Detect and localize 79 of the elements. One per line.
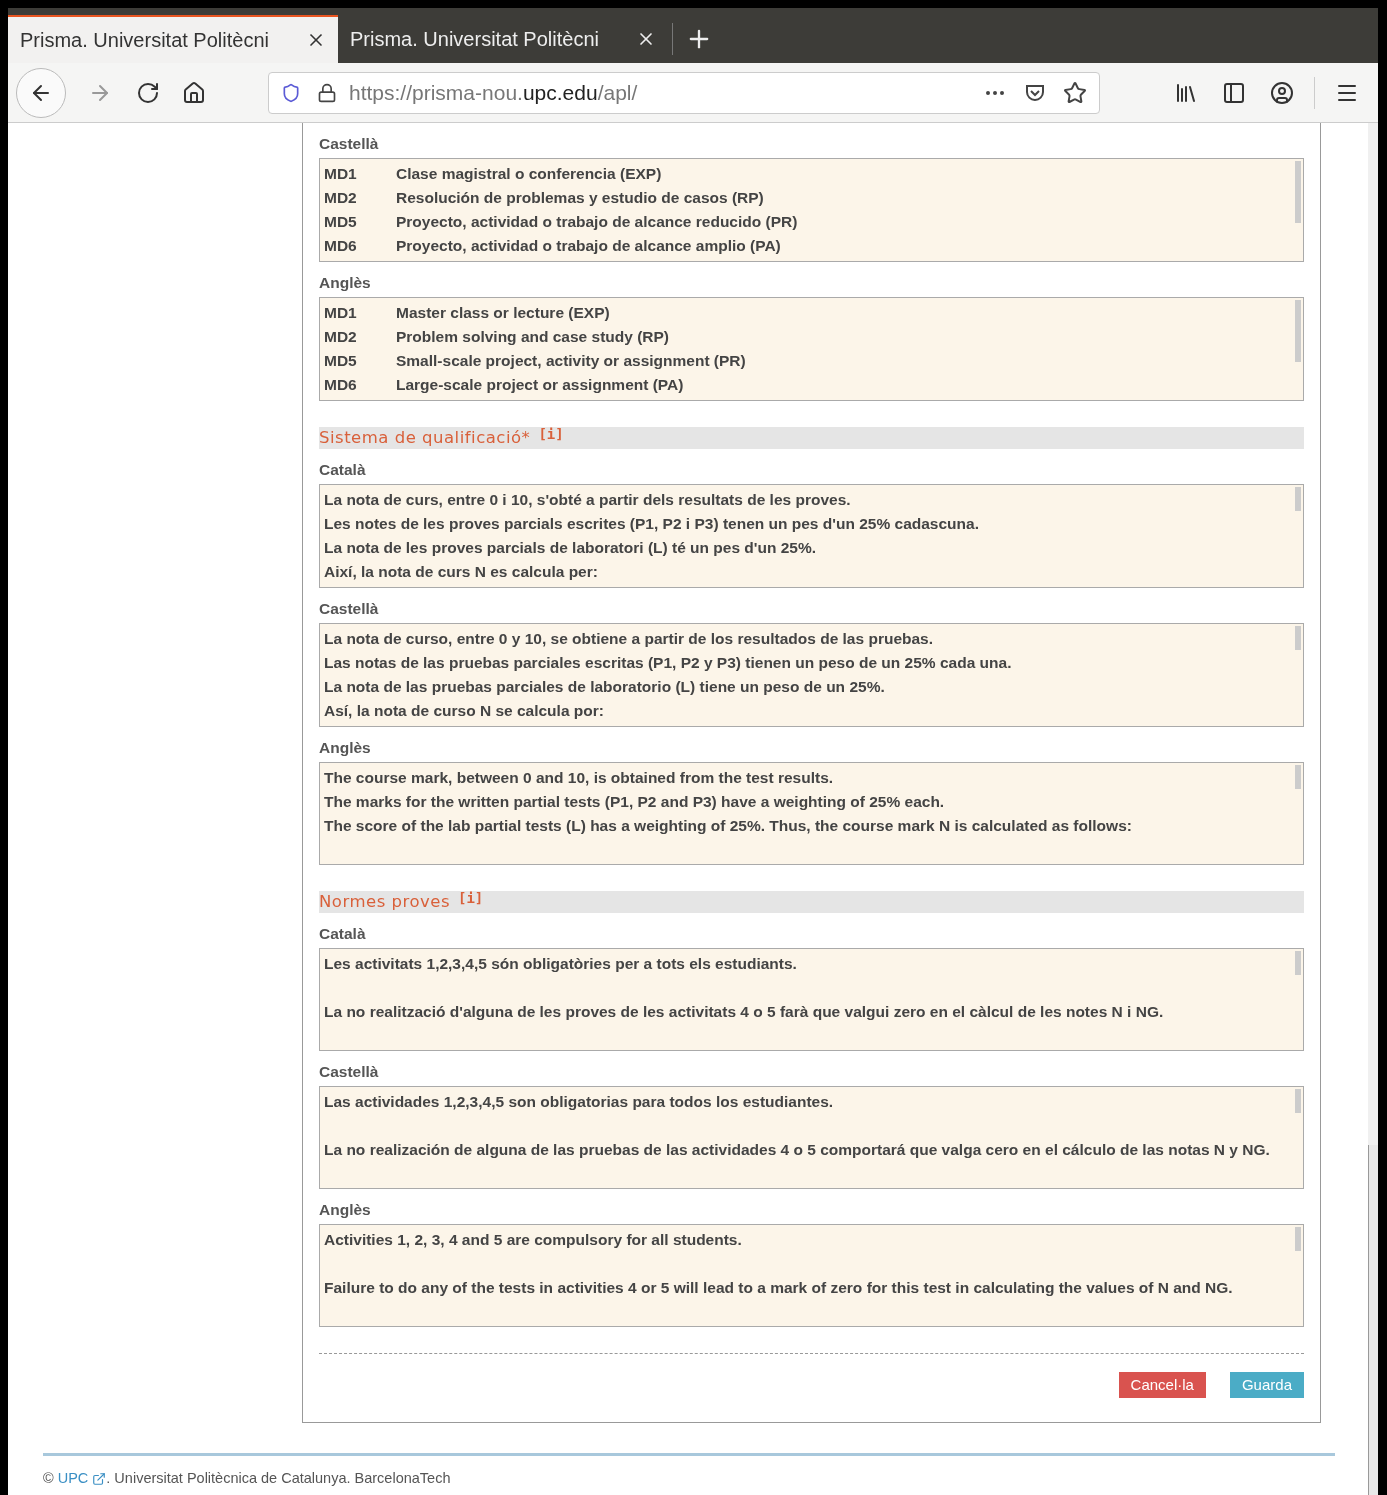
external-link-icon[interactable] xyxy=(92,1471,107,1486)
scrollbar-thumb[interactable] xyxy=(1295,951,1301,975)
method-code: MD1 xyxy=(324,303,358,323)
lock-icon[interactable] xyxy=(317,82,337,103)
text-area[interactable] xyxy=(319,762,1304,865)
home-icon[interactable] xyxy=(182,80,206,105)
method-name: Proyecto, actividad o trabajo de alcance amplio (PA) xyxy=(396,236,781,256)
method-name: Proyecto, actividad o trabajo de alcance reducido (PR) xyxy=(396,212,798,232)
text-line: Així, la nota de curs N es calcula per: xyxy=(324,562,599,582)
method-name: Master class or lecture (EXP) xyxy=(396,303,610,323)
method-code: MD5 xyxy=(324,351,358,371)
text-area[interactable] xyxy=(319,484,1304,588)
field-label: Català xyxy=(319,924,367,944)
field-label: Anglès xyxy=(319,1200,372,1220)
account-icon[interactable] xyxy=(1270,80,1294,105)
method-code: MD6 xyxy=(324,375,358,395)
field-label: Castellà xyxy=(319,1062,380,1082)
text-line: La nota de curs, entre 0 i 10, s'obté a partir dels resultats de les proves. xyxy=(324,490,852,510)
text-line: Failure to do any of the tests in activities 4 or 5 will lead to a mark of zero for this test in calculating the values of N and NG. xyxy=(324,1278,1234,1298)
method-name: Problem solving and case study (RP) xyxy=(396,327,670,347)
text-line: La no realización de alguna de las pruebas de las actividades 4 o 5 comportará que valga cero en el cálculo de las notas N y NG. xyxy=(324,1140,1271,1160)
field-label: Anglès xyxy=(319,273,372,293)
text-line: La nota de les proves parcials de laboratori (L) té un pes d'un 25%. xyxy=(324,538,818,558)
text-line: The marks for the written partial tests (P1, P2 and P3) have a weighting of 25% each. xyxy=(324,792,946,812)
scrollbar-thumb[interactable] xyxy=(1295,161,1301,223)
method-name: Large-scale project or assignment (PA) xyxy=(396,375,684,395)
scrollbar-thumb[interactable] xyxy=(1295,1089,1301,1113)
text-area[interactable] xyxy=(319,158,1304,262)
text-area[interactable]: Les activitats 1,2,3,4,5 són obligatòries per a tots els estudiants. La no realització d'alguna de les proves de les activitats 4 o 5 farà que valgui zero en el càlcul de les notes N i NG. xyxy=(319,948,1304,1051)
method-name: Resolución de problemas y estudio de casos (RP) xyxy=(396,188,764,208)
reload-icon[interactable] xyxy=(136,80,160,105)
scrollbar-thumb[interactable] xyxy=(1295,300,1301,362)
browser-tab[interactable]: Prisma. Universitat Politècni xyxy=(338,15,668,63)
text-line: Activities 1, 2, 3, 4 and 5 are compulsory for all students. xyxy=(324,1230,743,1250)
field-label: Castellà xyxy=(319,134,380,154)
text-line: La no realització d'alguna de les proves de les activitats 4 o 5 farà que valgui zero en el càlcul de les notes N i NG. xyxy=(324,1002,1165,1022)
browser-tab[interactable]: Prisma. Universitat Politècni xyxy=(8,15,338,63)
text-line: The score of the lab partial tests (L) has a weighting of 25%. Thus, the course mark N is calculated as follows: xyxy=(324,816,1133,836)
cancel-button[interactable]: Cancel·la xyxy=(1118,1372,1206,1398)
text-area[interactable] xyxy=(319,623,1304,727)
field-label: Català xyxy=(319,460,367,480)
copyright-text: © xyxy=(43,1469,54,1488)
method-code: MD1 xyxy=(324,164,358,184)
text-line: Les notes de les proves parcials escrites (P1, P2 i P3) tenen un pes d'un 25% cadascuna. xyxy=(324,514,980,534)
tab-title: Prisma. Universitat Politècni xyxy=(20,28,269,53)
upc-link[interactable]: UPC xyxy=(57,1468,89,1490)
text-area[interactable]: Activities 1, 2, 3, 4 and 5 are compulsory for all students. Failure to do any of the tests in activities 4 or 5 will lead to a mark of zero for this test in calculating the values of N and NG. xyxy=(319,1224,1304,1327)
footer-text: . Universitat Politècnica de Catalunya. BarcelonaTech xyxy=(106,1469,451,1488)
page-scrollbar[interactable] xyxy=(1368,123,1378,1495)
tab-title: Prisma. Universitat Politècni xyxy=(350,27,599,52)
url-text: https://prisma-nou.upc.edu/apl/ xyxy=(349,79,638,106)
shield-icon[interactable] xyxy=(281,82,301,103)
method-code: MD2 xyxy=(324,327,358,347)
scrollbar-thumb[interactable] xyxy=(1295,626,1301,650)
method-code: MD5 xyxy=(324,212,358,232)
section-title: Sistema de qualificació* xyxy=(319,426,531,449)
method-name: Small-scale project, activity or assignment (PR) xyxy=(396,351,746,371)
back-button[interactable] xyxy=(16,67,66,118)
scrollbar-thumb[interactable] xyxy=(1295,1227,1301,1251)
field-label: Castellà xyxy=(319,599,380,619)
field-label: Anglès xyxy=(319,738,372,758)
method-name: Clase magistral o conferencia (EXP) xyxy=(396,164,662,184)
text-area[interactable]: MD1 Master class or lecture (EXP) MD2 Problem solving and case study (RP) MD5 Small-scale project, activity or assignment (PR) MD6 Large-scale project or assignment (PA) xyxy=(319,297,1304,401)
text-line: Les activitats 1,2,3,4,5 són obligatòries per a tots els estudiants. xyxy=(324,954,798,974)
address-bar[interactable]: https://prisma-nou.upc.edu/apl/ xyxy=(268,71,1100,114)
text-line: La nota de las pruebas parciales de laboratorio (L) tiene un peso de un 25%. xyxy=(324,677,886,697)
section-title: Normes proves xyxy=(319,890,450,913)
method-code: MD6 xyxy=(324,236,358,256)
sidebar-icon[interactable] xyxy=(1222,80,1246,105)
text-line: Las actividades 1,2,3,4,5 son obligatorias para todos los estudiantes. xyxy=(324,1092,835,1112)
text-line: Así, la nota de curso N se calcula por: xyxy=(324,701,605,721)
method-code: MD2 xyxy=(324,188,358,208)
star-icon[interactable] xyxy=(1063,80,1087,105)
text-area[interactable]: Las actividades 1,2,3,4,5 son obligatorias para todos los estudiantes. La no realización de alguna de las pruebas de las actividades 4 o 5 comportará que valga cero en el cálculo de las notas N y NG. xyxy=(319,1086,1304,1189)
text-line: The course mark, between 0 and 10, is obtained from the test results. xyxy=(324,768,835,788)
text-line: La nota de curso, entre 0 y 10, se obtiene a partir de los resultados de las pruebas. xyxy=(324,629,934,649)
scrollbar-thumb[interactable] xyxy=(1295,765,1301,789)
text-line: Las notas de las pruebas parciales escritas (P1, P2 y P3) tienen un peso de un 25% cada una. xyxy=(324,653,1013,673)
scrollbar-thumb[interactable] xyxy=(1295,487,1301,511)
